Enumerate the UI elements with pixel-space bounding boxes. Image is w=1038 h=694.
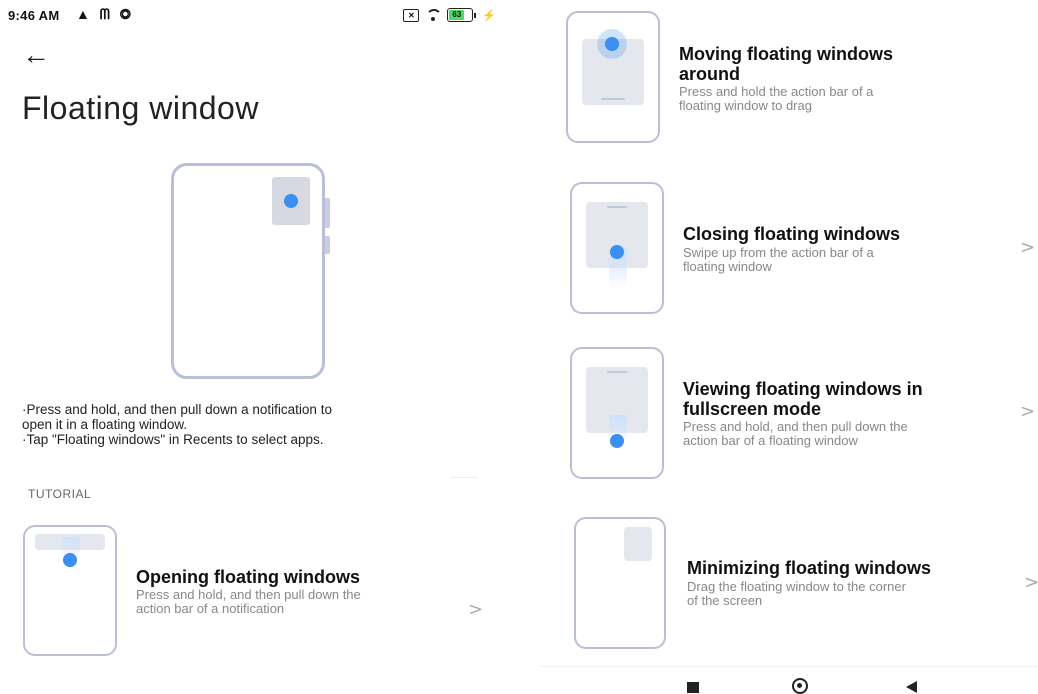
tutorial-item-closing[interactable]: Closing floating windows Swipe up from t…	[540, 176, 1038, 321]
touch-dot	[605, 37, 619, 51]
minimized-window-shape	[624, 527, 652, 561]
touch-dot	[63, 553, 77, 567]
status-right-icons: ✕ 63 ⚡	[403, 8, 496, 22]
chevron-right-icon: >	[1020, 237, 1036, 258]
section-label: TUTORIAL	[28, 487, 92, 501]
left-pane: 9:46 AM ▲ ᗰ ◎ ✕ 63 ⚡ ← Floating window ·…	[0, 0, 520, 692]
touch-dot	[610, 245, 624, 259]
action-bar-shape	[607, 206, 627, 208]
recents-button[interactable]	[687, 682, 699, 693]
tutorial-item-moving[interactable]: Moving floating windows around Press and…	[540, 8, 1038, 148]
tutorial-title: Minimizing floating windows	[687, 558, 931, 578]
instruction-line: ·Press and hold, and then pull down a no…	[22, 402, 332, 432]
phone-side-button	[325, 236, 330, 254]
instruction-line: ·Tap "Floating windows" in Recents to se…	[22, 432, 324, 447]
tutorial-description: Swipe up from the action bar of a floati…	[683, 245, 874, 274]
divider	[450, 477, 478, 478]
notification-icons: ▲ ᗰ ◎	[76, 6, 134, 22]
instructions: ·Press and hold, and then pull down a no…	[22, 402, 492, 447]
right-pane: Moving floating windows around Press and…	[540, 0, 1038, 692]
tutorial-thumbnail	[574, 517, 666, 649]
tutorial-title: Moving floating windows around	[679, 44, 893, 84]
battery-icon: 63	[447, 8, 474, 22]
touch-dot	[610, 434, 624, 448]
tutorial-item-fullscreen[interactable]: Viewing floating windows in fullscreen m…	[540, 342, 1038, 487]
battery-tip	[474, 12, 477, 18]
phone-side-button	[325, 198, 330, 228]
chevron-right-icon: >	[468, 599, 484, 620]
back-button[interactable]	[906, 681, 917, 693]
tutorial-thumbnail	[570, 182, 664, 314]
chevron-right-icon: >	[1020, 401, 1036, 422]
battery-level: 63	[449, 10, 465, 20]
tutorial-thumbnail	[23, 525, 117, 656]
status-time: 9:46 AM	[8, 8, 60, 23]
navigation-bar	[540, 666, 1038, 694]
tutorial-thumbnail	[570, 347, 664, 479]
tutorial-description: Press and hold, and then pull down the a…	[683, 419, 908, 448]
status-bar: 9:46 AM ▲ ᗰ ◎ ✕ 63 ⚡	[8, 4, 510, 28]
wifi-icon	[425, 9, 443, 21]
tutorial-description: Press and hold the action bar of a float…	[679, 84, 874, 113]
tutorial-thumbnail	[566, 11, 660, 143]
back-arrow-icon[interactable]: ←	[22, 41, 56, 70]
tutorial-description: Press and hold, and then pull down the a…	[136, 587, 361, 616]
action-bar-shape	[601, 98, 625, 100]
no-sim-icon: ✕	[403, 8, 420, 22]
tutorial-item-opening[interactable]: Opening floating windows Press and hold,…	[0, 520, 520, 660]
chevron-right-icon: >	[1024, 572, 1038, 593]
tutorial-title: Closing floating windows	[683, 224, 900, 244]
tutorial-title: Viewing floating windows in fullscreen m…	[683, 379, 923, 419]
page-title: Floating window	[22, 90, 259, 126]
tutorial-description: Drag the floating window to the corner o…	[687, 579, 906, 608]
charging-icon: ⚡	[482, 9, 496, 22]
tutorial-title: Opening floating windows	[136, 567, 360, 587]
tutorial-item-minimizing[interactable]: Minimizing floating windows Drag the flo…	[540, 512, 1038, 657]
action-bar-shape	[607, 371, 627, 373]
touch-dot	[284, 194, 298, 208]
